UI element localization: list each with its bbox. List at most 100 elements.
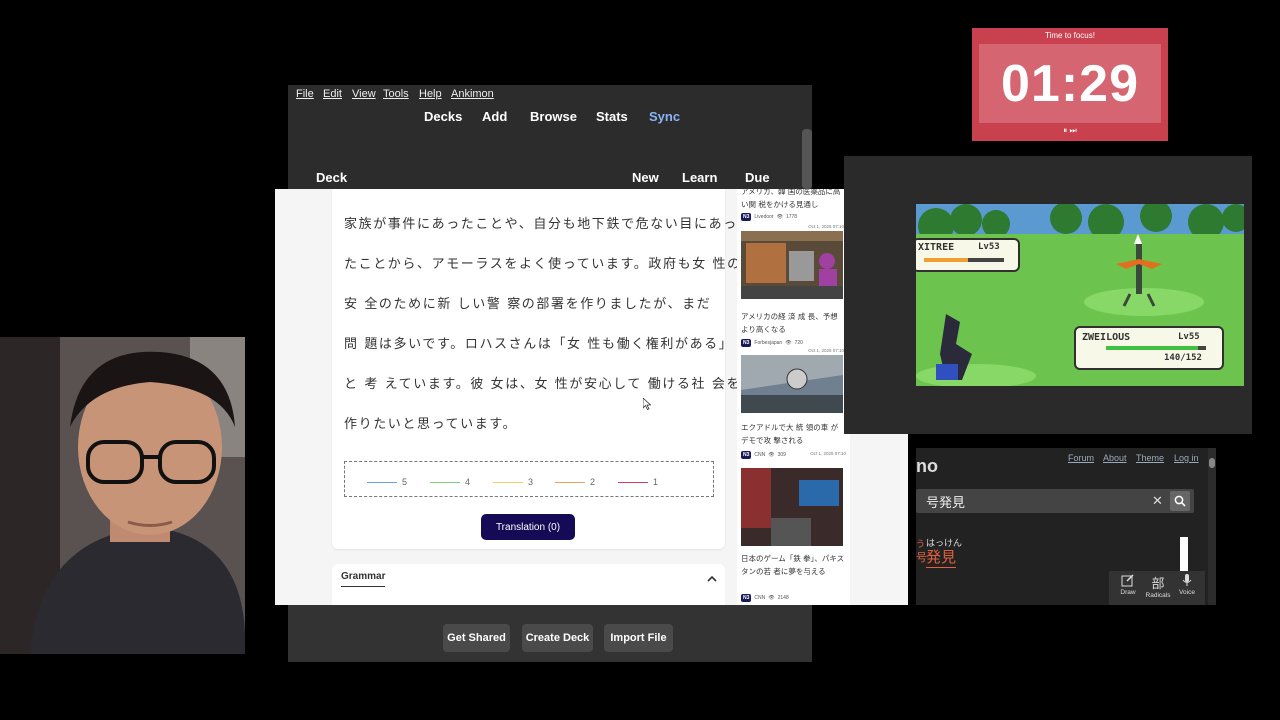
radicals-icon: 部 bbox=[1151, 576, 1165, 591]
timer-controls[interactable]: ⏸ ⏭ bbox=[972, 126, 1168, 136]
battle-screen[interactable]: XITREE Lv53 ZWEILOUS Lv55 140/152 bbox=[916, 204, 1244, 386]
grammar-section[interactable]: Grammar bbox=[332, 564, 725, 605]
due-column-header: Due bbox=[745, 170, 770, 185]
level-badge: N3 bbox=[741, 213, 752, 221]
eye-icon: 👁 bbox=[776, 214, 783, 220]
enemy-level: Lv53 bbox=[978, 242, 1000, 252]
news-views: 1778 bbox=[785, 214, 798, 220]
legend-item: 1 bbox=[618, 477, 658, 487]
article-line: 安 全のために新 しい警 察の部署を作りましたが、まだ bbox=[344, 297, 712, 312]
scrollbar[interactable] bbox=[802, 129, 812, 189]
menu-view[interactable]: View bbox=[352, 88, 376, 100]
eye-icon: 👁 bbox=[768, 452, 775, 458]
menu-edit[interactable]: Edit bbox=[323, 88, 342, 100]
legend-item: 4 bbox=[430, 477, 470, 487]
search-input[interactable]: 号発見 bbox=[926, 492, 965, 511]
chevron-up-icon[interactable] bbox=[707, 574, 717, 586]
toolbar-sync[interactable]: Sync bbox=[649, 109, 680, 124]
news-title[interactable]: エクアドルで大 統 領の車 がデモで攻 撃される bbox=[741, 421, 845, 447]
nav-about[interactable]: About bbox=[1103, 453, 1127, 463]
toolbar-decks[interactable]: Decks bbox=[424, 109, 462, 124]
news-date: Oct 1, 2025 07:10 bbox=[810, 451, 846, 456]
enemy-hp-box: XITREE Lv53 bbox=[916, 238, 1020, 272]
focus-timer: Time to focus! 01:29 ⏸ ⏭ bbox=[972, 28, 1168, 141]
result-kanji[interactable]: 発見 bbox=[926, 546, 957, 568]
draw-tool[interactable]: Draw bbox=[1115, 573, 1141, 596]
toolbar-add[interactable]: Add bbox=[482, 109, 507, 124]
news-title[interactable]: アメリカ、韓 国の医薬品に高い関 税をかける見通し bbox=[741, 189, 845, 211]
legend-swatch bbox=[430, 481, 460, 483]
news-views: 720 bbox=[794, 340, 803, 346]
legend-swatch bbox=[618, 481, 648, 483]
menu-ankimon[interactable]: Ankimon bbox=[451, 88, 494, 100]
level-badge: N3 bbox=[741, 339, 752, 347]
player-hp-bar bbox=[1106, 346, 1206, 350]
webcam-image bbox=[0, 337, 245, 654]
microphone-icon bbox=[1182, 574, 1192, 586]
search-icon[interactable] bbox=[1170, 491, 1190, 511]
news-title[interactable]: 日本のゲーム「鉄 拳」、パキスタンの若 者に夢を与える bbox=[741, 552, 845, 578]
news-thumbnail[interactable] bbox=[741, 355, 843, 413]
timer-time: 01:29 bbox=[1001, 55, 1139, 113]
toolbar-stats[interactable]: Stats bbox=[596, 109, 628, 124]
site-logo[interactable]: no bbox=[916, 456, 938, 477]
news-meta: N3 Forbesjapan 👁 720 bbox=[741, 339, 803, 347]
radicals-tool[interactable]: 部 Radicals bbox=[1145, 573, 1171, 599]
nav-login[interactable]: Log in bbox=[1174, 453, 1199, 463]
get-shared-button[interactable]: Get Shared bbox=[443, 624, 510, 652]
nav-forum[interactable]: Forum bbox=[1068, 453, 1094, 463]
news-thumbnail[interactable] bbox=[741, 468, 843, 546]
new-column-header: New bbox=[632, 170, 659, 185]
article-line: と 考 えています。彼 女は、女 性が安心して 働ける社 会を bbox=[344, 377, 742, 392]
news-views: 2148 bbox=[777, 595, 789, 601]
legend-label: 3 bbox=[528, 477, 534, 487]
legend-item: 3 bbox=[493, 477, 533, 487]
voice-label: Voice bbox=[1179, 589, 1195, 596]
result-marker: 号 bbox=[916, 552, 927, 564]
news-meta: N3 CNN 👁 309 bbox=[741, 451, 786, 459]
legend-swatch bbox=[493, 481, 523, 483]
scroll-thumb[interactable] bbox=[1180, 537, 1188, 571]
menu-tools[interactable]: Tools bbox=[383, 88, 409, 100]
search-bar[interactable]: 号発見 ✕ bbox=[916, 489, 1194, 513]
news-meta: N3 CNN 👁 2148 bbox=[741, 594, 789, 602]
news-source: CNN bbox=[754, 595, 766, 601]
import-file-button[interactable]: Import File bbox=[604, 624, 673, 652]
voice-tool[interactable]: Voice bbox=[1174, 573, 1200, 596]
draw-label: Draw bbox=[1120, 589, 1136, 596]
player-hp-value: 140/152 bbox=[1164, 353, 1202, 363]
learn-column-header: Learn bbox=[682, 170, 718, 185]
menu-help[interactable]: Help bbox=[419, 88, 442, 100]
legend-label: 5 bbox=[402, 477, 408, 487]
timer-label: Time to focus! bbox=[1045, 31, 1095, 40]
legend-item: 5 bbox=[367, 477, 407, 487]
news-date: Oct 1, 2025 07:10 bbox=[808, 348, 844, 353]
reader-panel: 家族が事件にあったことや、自分も地下鉄で危ない目にあっ たことから、アモーラスを… bbox=[275, 189, 908, 605]
nav-theme[interactable]: Theme bbox=[1136, 453, 1164, 463]
legend-swatch bbox=[555, 481, 585, 483]
level-badge: N3 bbox=[741, 594, 752, 602]
game-window: XITREE Lv53 ZWEILOUS Lv55 140/152 bbox=[844, 156, 1252, 434]
create-deck-button[interactable]: Create Deck bbox=[522, 624, 593, 652]
player-level: Lv55 bbox=[1178, 332, 1200, 342]
scrollbar[interactable] bbox=[1208, 448, 1216, 605]
player-hp-box: ZWEILOUS Lv55 140/152 bbox=[1074, 326, 1224, 370]
deck-column-header: Deck bbox=[316, 170, 348, 185]
news-views: 309 bbox=[777, 452, 786, 458]
toolbar-browse[interactable]: Browse bbox=[530, 109, 577, 124]
eye-icon: 👁 bbox=[768, 595, 775, 601]
article-line: 作りたいと思っています。 bbox=[344, 417, 518, 432]
legend-label: 2 bbox=[590, 477, 596, 487]
level-badge: N3 bbox=[741, 451, 752, 459]
grammar-tab[interactable]: Grammar bbox=[341, 571, 386, 587]
menu-file[interactable]: File bbox=[296, 88, 314, 100]
news-thumbnail[interactable] bbox=[741, 231, 843, 299]
draw-icon bbox=[1121, 574, 1134, 587]
player-name: ZWEILOUS bbox=[1082, 332, 1131, 343]
clear-icon[interactable]: ✕ bbox=[1152, 493, 1163, 509]
translation-button[interactable]: Translation (0) bbox=[481, 514, 575, 540]
dictionary-window: no Forum About Theme Log in 号発見 ✕ はっけん う… bbox=[916, 448, 1216, 605]
difficulty-legend: 5 4 3 2 1 bbox=[344, 461, 714, 497]
webcam-feed bbox=[0, 337, 245, 654]
news-title[interactable]: アメリカの経 済 成 長、予想より高くなる bbox=[741, 310, 845, 336]
